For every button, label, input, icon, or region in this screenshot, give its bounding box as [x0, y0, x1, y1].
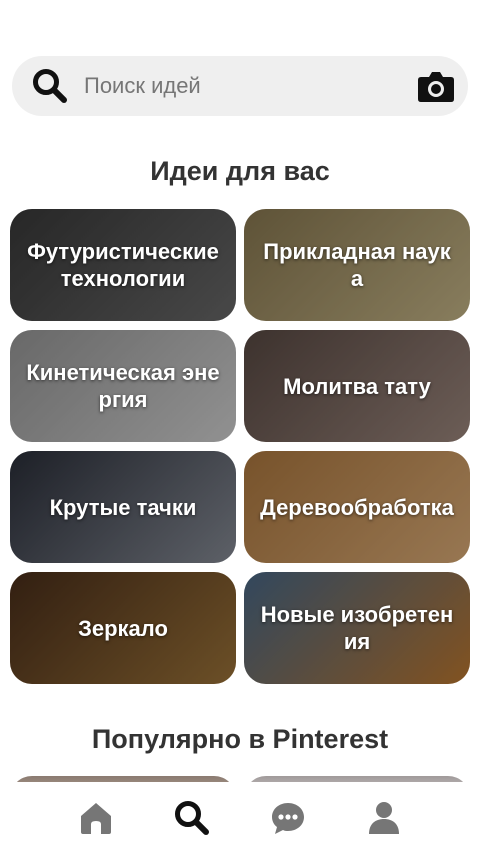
popular-section-title: Популярно в Pinterest	[91, 724, 389, 754]
search-input[interactable]	[84, 73, 416, 99]
idea-tile[interactable]: Деревообработка	[244, 451, 470, 563]
home-icon	[81, 803, 111, 834]
nav-search-button[interactable]	[168, 794, 216, 842]
idea-tile-label: Деревообработка	[260, 494, 454, 520]
camera-icon[interactable]	[416, 66, 456, 106]
nav-home-button[interactable]	[72, 794, 120, 842]
idea-tile-label: Кинетическая энергия	[26, 360, 220, 412]
idea-tile[interactable]: Зеркало	[10, 572, 236, 684]
search-icon	[175, 801, 209, 835]
idea-tile[interactable]: Крутые тачки	[10, 451, 236, 563]
idea-tile[interactable]: Прикладная наука	[244, 209, 470, 321]
idea-tile[interactable]: Молитва тату	[244, 330, 470, 442]
idea-tile-label: Зеркало	[78, 615, 168, 641]
idea-tile-label: Футуристические технологии	[27, 239, 219, 291]
idea-tile-label: Молитва тату	[283, 373, 431, 399]
profile-icon	[369, 802, 399, 834]
nav-profile-button[interactable]	[360, 794, 408, 842]
search-bar[interactable]	[12, 56, 468, 116]
ideas-grid: Футуристические технологии Прикладная на…	[10, 209, 470, 684]
ideas-section-title: Идеи для вас	[150, 156, 330, 186]
idea-tile[interactable]: Новые изобретения	[244, 572, 470, 684]
nav-messages-button[interactable]	[264, 794, 312, 842]
idea-tile[interactable]: Кинетическая энергия	[10, 330, 236, 442]
idea-tile-label: Новые изобретения	[260, 602, 454, 654]
idea-tile-label: Прикладная наука	[263, 239, 451, 291]
idea-tile-label: Крутые тачки	[49, 494, 197, 520]
bottom-nav	[0, 782, 480, 854]
chat-icon	[272, 803, 304, 834]
search-icon	[30, 66, 70, 106]
idea-tile[interactable]: Футуристические технологии	[10, 209, 236, 321]
